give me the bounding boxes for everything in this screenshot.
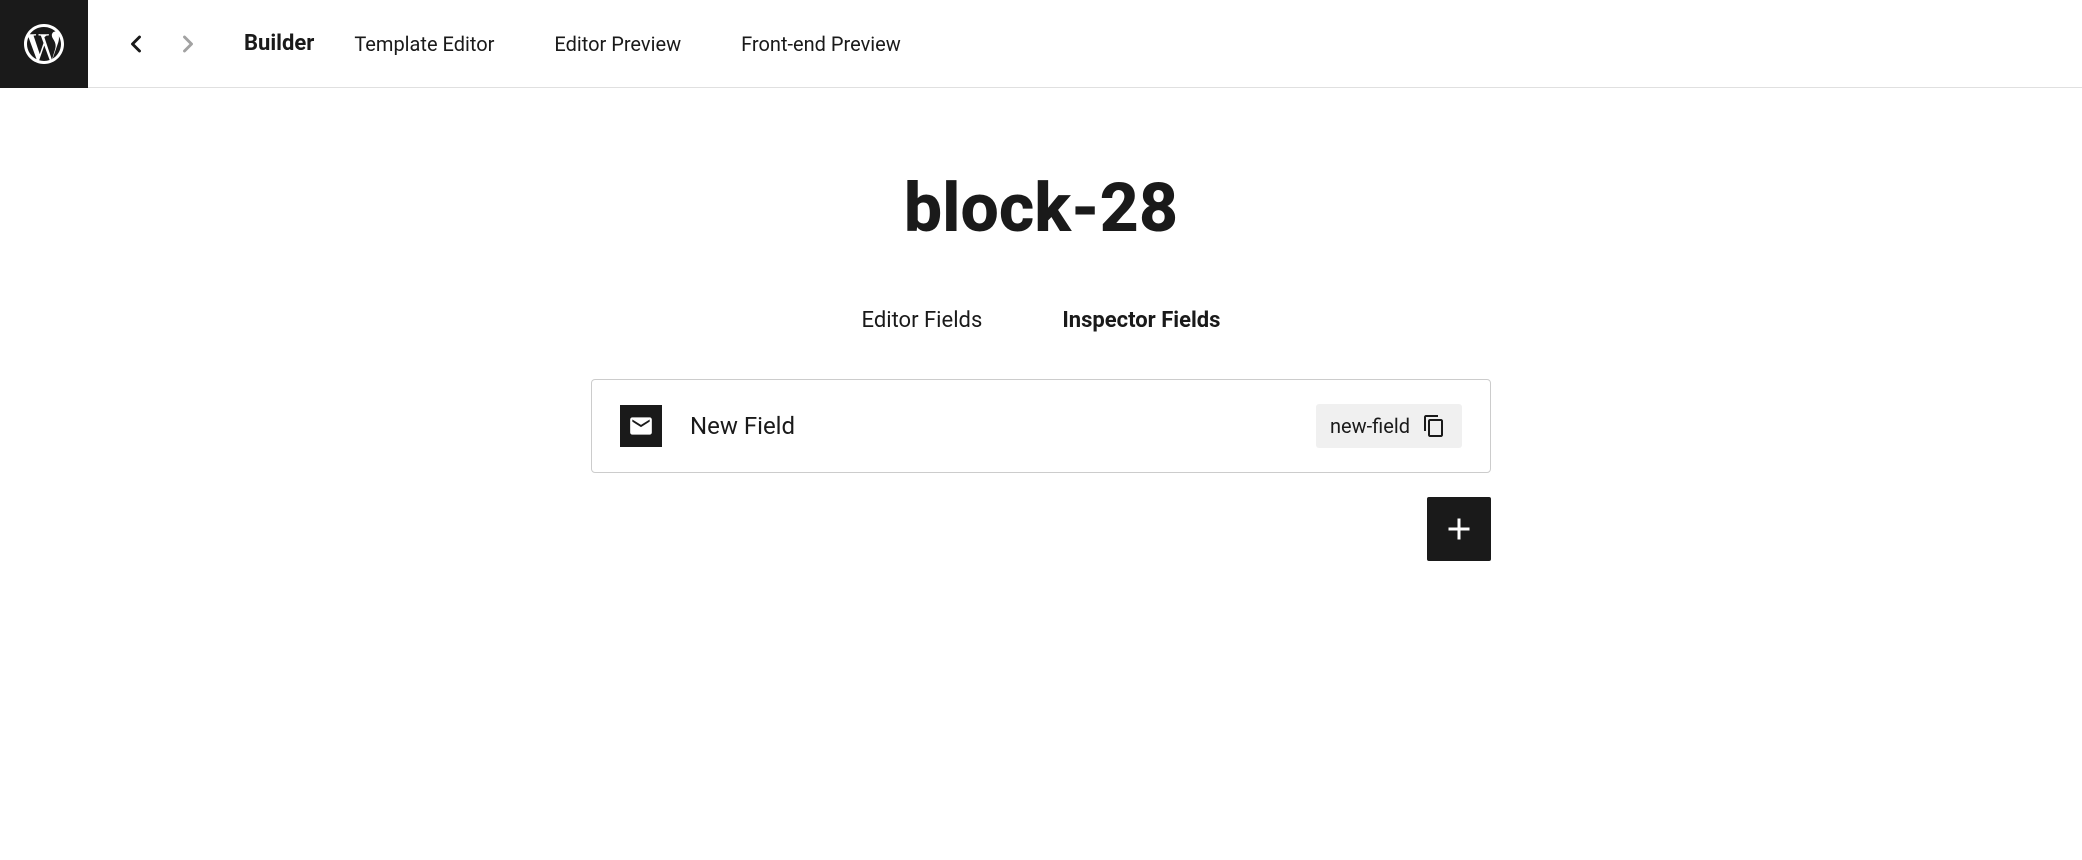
topbar: Builder Template Editor Editor Preview F… <box>0 0 2082 88</box>
forward-button[interactable] <box>168 24 208 64</box>
copy-icon[interactable] <box>1420 412 1448 440</box>
copy-icon-svg <box>1422 414 1446 438</box>
forward-arrow-icon <box>174 30 202 58</box>
tab-inspector-fields[interactable]: Inspector Fields <box>1062 308 1220 339</box>
frontend-preview-link[interactable]: Front-end Preview <box>741 32 901 56</box>
field-card[interactable]: New Field new-field <box>591 379 1491 473</box>
main-content: block-28 Editor Fields Inspector Fields … <box>0 88 2082 561</box>
nav-controls <box>88 24 236 64</box>
page-title: block-28 <box>904 168 1178 248</box>
template-editor-link[interactable]: Template Editor <box>354 32 494 56</box>
plus-icon <box>1441 511 1477 547</box>
field-slug-badge: new-field <box>1316 404 1462 448</box>
tabs: Editor Fields Inspector Fields <box>862 308 1221 339</box>
field-name-label: New Field <box>690 412 1316 440</box>
field-type-icon <box>620 405 662 447</box>
tab-editor-fields[interactable]: Editor Fields <box>862 308 983 339</box>
back-arrow-icon <box>122 30 150 58</box>
envelope-icon <box>628 413 654 439</box>
wp-logo[interactable] <box>0 0 88 88</box>
top-nav: Template Editor Editor Preview Front-end… <box>354 32 900 56</box>
builder-label: Builder <box>244 31 314 56</box>
add-button-container <box>591 497 1491 561</box>
back-button[interactable] <box>116 24 156 64</box>
editor-preview-link[interactable]: Editor Preview <box>554 32 681 56</box>
wordpress-icon <box>20 20 68 68</box>
add-field-button[interactable] <box>1427 497 1491 561</box>
field-slug-text: new-field <box>1330 414 1410 438</box>
